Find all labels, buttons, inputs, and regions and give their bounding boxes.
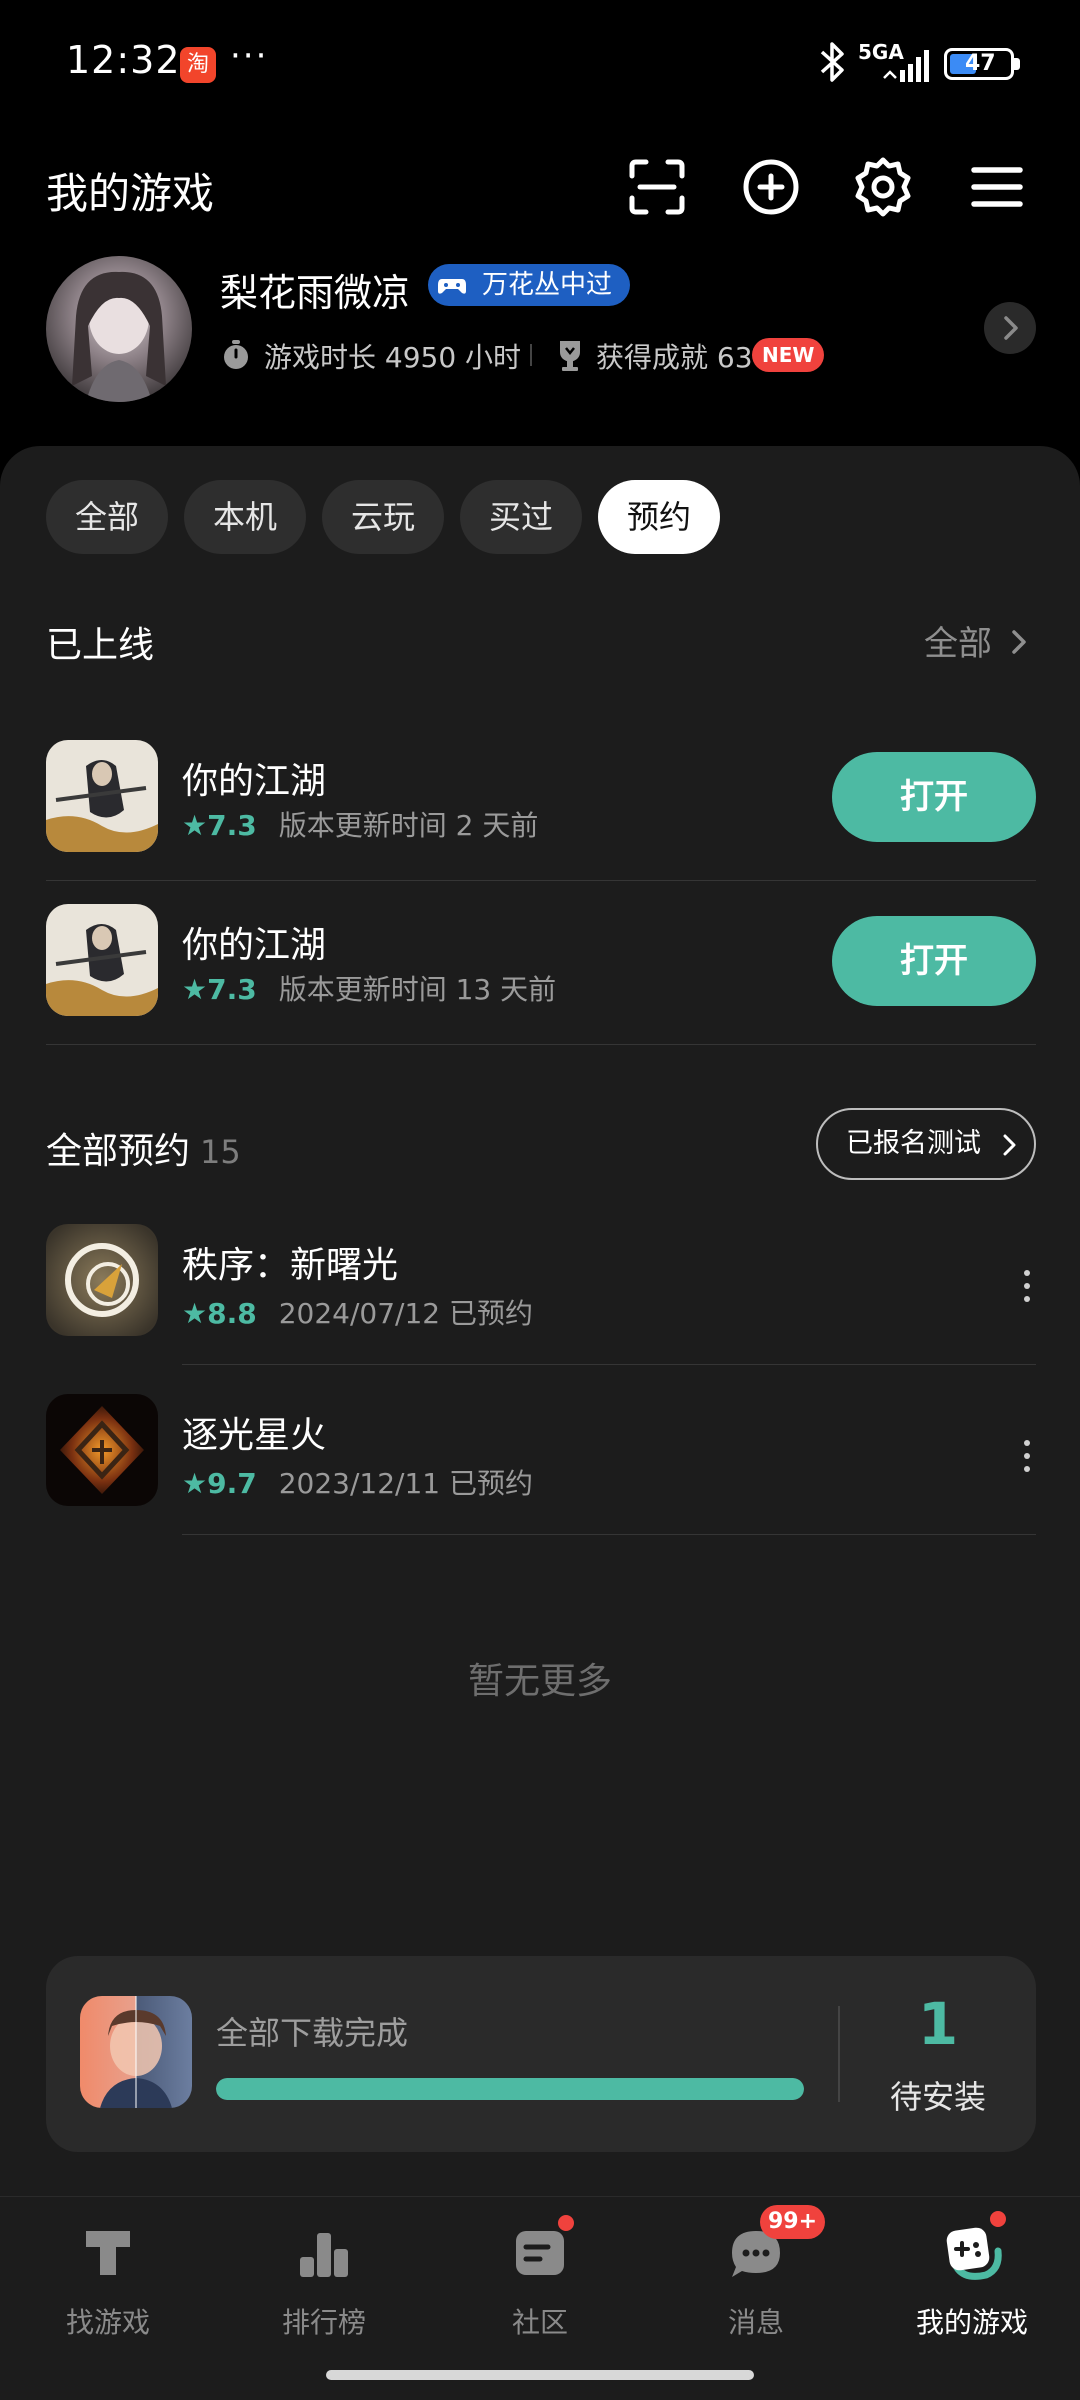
game-icon-jianghu[interactable] [46,740,158,852]
battery-icon: 47 [944,48,1014,80]
filter-chip-all[interactable]: 全部 [46,480,168,554]
download-card[interactable]: 全部下载完成 1 待安装 [46,1956,1036,2152]
nav-label: 社区 [511,2306,568,2339]
divider [46,1044,1036,1045]
new-tag: NEW [752,338,825,372]
signal-icon [883,50,929,82]
achievements[interactable]: 获得成就 63 [596,336,753,376]
online-see-all-link[interactable]: 全部 [924,616,992,665]
page-title: 我的游戏 [46,169,215,218]
rating: ★8.8 [182,1297,257,1330]
rating: ★7.3 [182,809,257,842]
reservation-count: 15 [200,1133,241,1171]
chevron-right-icon [1003,1134,1016,1156]
rankings-icon [300,2233,348,2277]
game-name[interactable]: 你的江湖 [182,916,326,968]
download-progress-fill [216,2078,804,2100]
nav-rankings[interactable]: 排行榜 [216,2197,432,2347]
rating: ★9.7 [182,1467,257,1500]
filter-chip-purchased[interactable]: 买过 [460,480,582,554]
game-name[interactable]: 秩序：新曙光 [182,1236,398,1288]
game-meta: ★9.7 2023/12/11 已预约 [182,1467,534,1500]
username[interactable]: 梨花雨微凉 [220,262,410,317]
filter-chip-local[interactable]: 本机 [184,480,306,554]
game-meta: ★8.8 2024/07/12 已预约 [182,1297,534,1330]
download-status-text: 全部下载完成 [216,2014,409,2052]
filter-chip-cloud[interactable]: 云玩 [322,480,444,554]
game-name[interactable]: 你的江湖 [182,752,326,804]
no-more-text: 暂无更多 [467,1661,612,1702]
content-panel [0,446,1080,2196]
reservation-section-title: 全部预约 15 [46,1131,241,1172]
open-button[interactable]: 打开 [832,752,1036,842]
nav-label: 消息 [727,2306,784,2339]
scan-icon[interactable] [622,152,692,222]
divider [46,880,1036,881]
game-icon-order-new-dawn[interactable] [46,1224,158,1336]
status-bar: 12:32 淘 ··· 5GA 47 [0,0,1080,130]
more-options-icon[interactable] [1020,1440,1034,1480]
add-circle-icon[interactable] [736,152,806,222]
title-badge[interactable]: 万花丛中过 [428,264,631,306]
pending-install-label: 待安装 [889,2078,986,2116]
nav-my-games[interactable]: 我的游戏 [864,2197,1080,2347]
more-notifications-icon: ··· [230,36,269,76]
online-section-title: 已上线 [46,625,155,666]
nav-label: 我的游戏 [915,2306,1028,2339]
taobao-app-icon: 淘 [180,47,216,83]
game-icon-star-spark[interactable] [46,1394,158,1506]
divider [182,1534,1036,1535]
bluetooth-icon [820,42,844,82]
home-indicator[interactable] [326,2370,754,2380]
play-time: 游戏时长 4950 小时 [264,341,522,374]
more-options-icon[interactable] [1020,1270,1034,1310]
stat-divider [530,344,532,366]
battery-level: 47 [965,51,996,76]
notification-dot [556,2213,576,2233]
gamepad-badge-icon [438,279,466,294]
download-game-icon [80,1996,192,2108]
open-button[interactable]: 打开 [832,916,1036,1006]
nav-label: 排行榜 [281,2306,366,2339]
notification-dot [988,2209,1008,2229]
game-meta: ★7.3 版本更新时间 13 天前 [182,973,557,1006]
status-time: 12:32 [66,38,181,82]
filter-chip-reserved[interactable]: 预约 [598,480,720,554]
download-progress-bar [216,2078,804,2100]
message-badge: 99+ [760,2205,826,2239]
game-icon-jianghu[interactable] [46,904,158,1016]
nav-find-games[interactable]: 找游戏 [0,2197,216,2347]
timer-icon [224,340,248,369]
profile-arrow-button[interactable] [984,302,1036,354]
my-games-icon [946,2227,1002,2280]
chevron-right-icon[interactable] [1008,624,1032,660]
game-meta: ★7.3 版本更新时间 2 天前 [182,809,539,842]
settings-icon[interactable] [848,152,918,222]
badge-text: 万花丛中过 [482,270,613,300]
avatar[interactable] [46,256,192,402]
find-games-icon [86,2231,130,2275]
pending-install-count: 1 [917,1990,959,2058]
rating: ★7.3 [182,973,257,1006]
nav-community[interactable]: 社区 [432,2197,648,2347]
menu-icon[interactable] [962,152,1032,222]
nav-messages[interactable]: 99+ 消息 [648,2197,864,2347]
divider [182,1364,1036,1365]
game-name[interactable]: 逐光星火 [182,1406,326,1458]
chevron-right-icon [1004,316,1018,340]
signed-up-test-button[interactable]: 已报名测试 [816,1108,1036,1180]
nav-label: 找游戏 [65,2306,150,2339]
trophy-icon [560,341,580,371]
